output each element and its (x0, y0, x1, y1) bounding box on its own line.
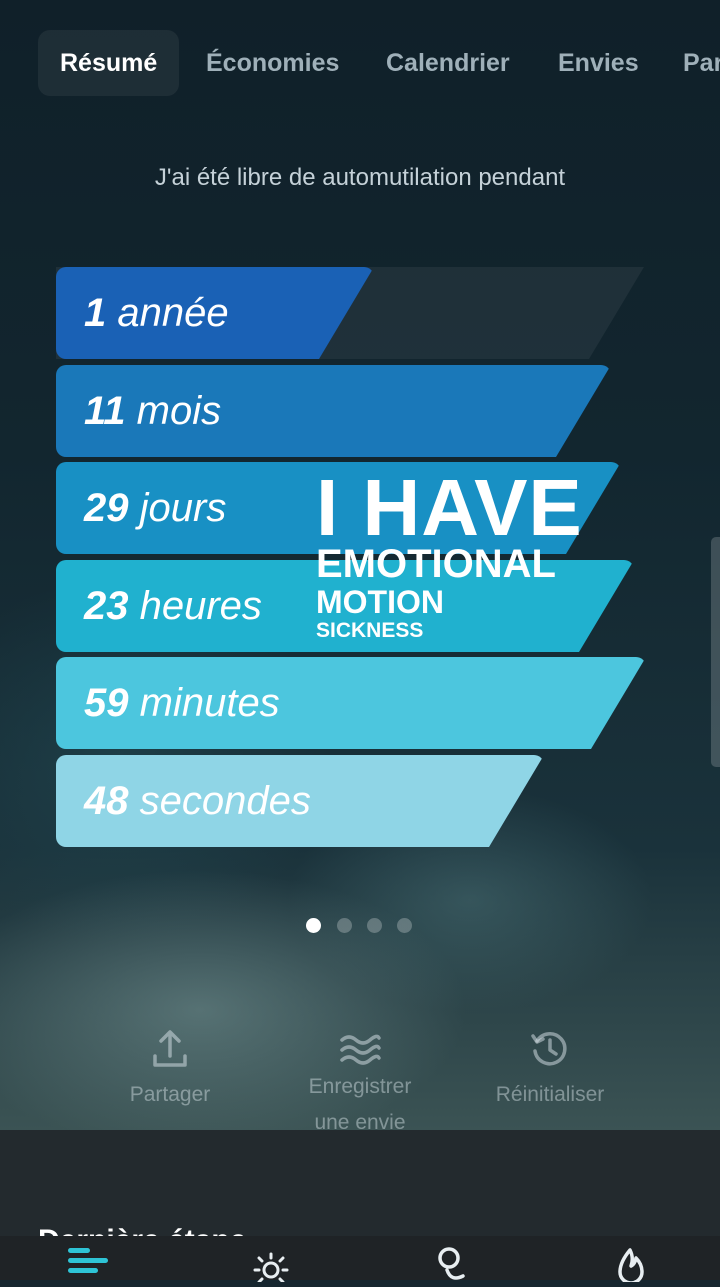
tab-partial[interactable]: Par (683, 30, 720, 96)
counter-years: 1 année (84, 291, 229, 335)
counter-years-bar: 1 année (56, 267, 374, 359)
overlay-line-4: SICKNESS (316, 619, 424, 642)
overlay-caption: I HAVE EMOTIONAL MOTION SICKNESS (316, 463, 583, 642)
overlay-line-3: MOTION (316, 584, 444, 620)
share-button[interactable]: Partager (70, 1025, 270, 1113)
share-label: Partager (129, 1083, 211, 1106)
share-icon (70, 1025, 270, 1073)
counter-hours: 23 heures (84, 584, 262, 628)
history-icon (450, 1025, 650, 1073)
waves-icon (260, 1025, 460, 1073)
overlay-line-2: EMOTIONAL (316, 542, 556, 586)
tab-calendrier[interactable]: Calendrier (386, 30, 510, 96)
counter-minutes: 59 minutes (84, 681, 280, 725)
subtitle: J'ai été libre de automutilation pendant (154, 164, 566, 191)
counter-seconds: 48 secondes (84, 779, 311, 823)
page-dot-4[interactable] (397, 918, 412, 933)
counter-months: 11 mois (84, 389, 222, 433)
tab-economies[interactable]: Économies (206, 30, 339, 96)
tab-bar: Résumé Économies Calendrier Envies Par (0, 30, 720, 96)
flame-icon[interactable] (606, 1242, 656, 1285)
summary-icon[interactable] (64, 1242, 114, 1282)
page-dot-1[interactable] (306, 918, 321, 933)
overlay-line-1: I HAVE (316, 463, 583, 552)
counter-minutes-bar: 59 minutes (56, 657, 646, 749)
counter-months-bar: 11 mois (56, 365, 611, 457)
record-craving-button[interactable]: Enregistrer une envie (260, 1025, 460, 1141)
reset-label: Réinitialiser (495, 1083, 605, 1106)
tab-envies[interactable]: Envies (558, 30, 639, 96)
reset-button[interactable]: Réinitialiser (450, 1025, 650, 1113)
counter-days: 29 jours (84, 486, 227, 530)
scroll-indicator[interactable] (711, 537, 720, 767)
community-icon[interactable] (427, 1242, 477, 1282)
bottom-nav (0, 1236, 720, 1285)
tab-resume[interactable]: Résumé (38, 30, 180, 96)
page-dot-3[interactable] (367, 918, 382, 933)
sun-icon[interactable] (246, 1242, 296, 1284)
page-dot-2[interactable] (337, 918, 352, 933)
counter-seconds-bar: 48 secondes (56, 755, 544, 847)
